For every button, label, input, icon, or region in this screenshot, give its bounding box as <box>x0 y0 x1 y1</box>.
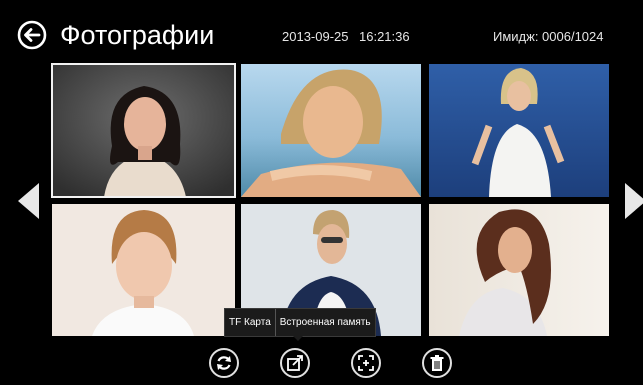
move-to-storage-button[interactable] <box>280 348 310 378</box>
delete-button[interactable] <box>422 348 452 378</box>
photo-thumbnail-3[interactable] <box>429 64 609 197</box>
move-to-storage-icon <box>287 355 303 371</box>
refresh-button[interactable] <box>209 348 239 378</box>
time-display: 16:21:36 <box>359 29 410 44</box>
fullscreen-icon <box>358 355 374 371</box>
image-counter: Имидж: 0006/1024 <box>493 29 604 44</box>
internal-memory-option[interactable]: Встроенная память <box>276 309 375 336</box>
tf-card-option[interactable]: TF Карта <box>225 309 275 336</box>
photo-thumbnail-4[interactable] <box>52 204 235 336</box>
next-page-button[interactable] <box>624 183 643 219</box>
date-display: 2013-09-25 <box>282 29 349 44</box>
bottom-toolbar <box>0 340 643 385</box>
back-button[interactable] <box>17 20 47 50</box>
triangle-right-icon <box>625 183 643 219</box>
fullscreen-button[interactable] <box>351 348 381 378</box>
page-title: Фотографии <box>60 20 215 50</box>
photo-thumbnail-6[interactable] <box>429 204 609 336</box>
previous-page-button[interactable] <box>18 183 40 219</box>
photo-thumbnail-1[interactable] <box>51 63 236 198</box>
triangle-left-icon <box>18 183 39 219</box>
photo-thumbnail-2[interactable] <box>241 64 421 197</box>
back-arrow-circle-icon <box>17 20 47 50</box>
header-bar: Фотографии 2013-09-25 16:21:36 Имидж: 00… <box>0 0 643 62</box>
refresh-icon <box>217 356 231 370</box>
storage-select-popup: TF Карта Встроенная память <box>224 308 376 337</box>
trash-icon <box>430 355 444 371</box>
